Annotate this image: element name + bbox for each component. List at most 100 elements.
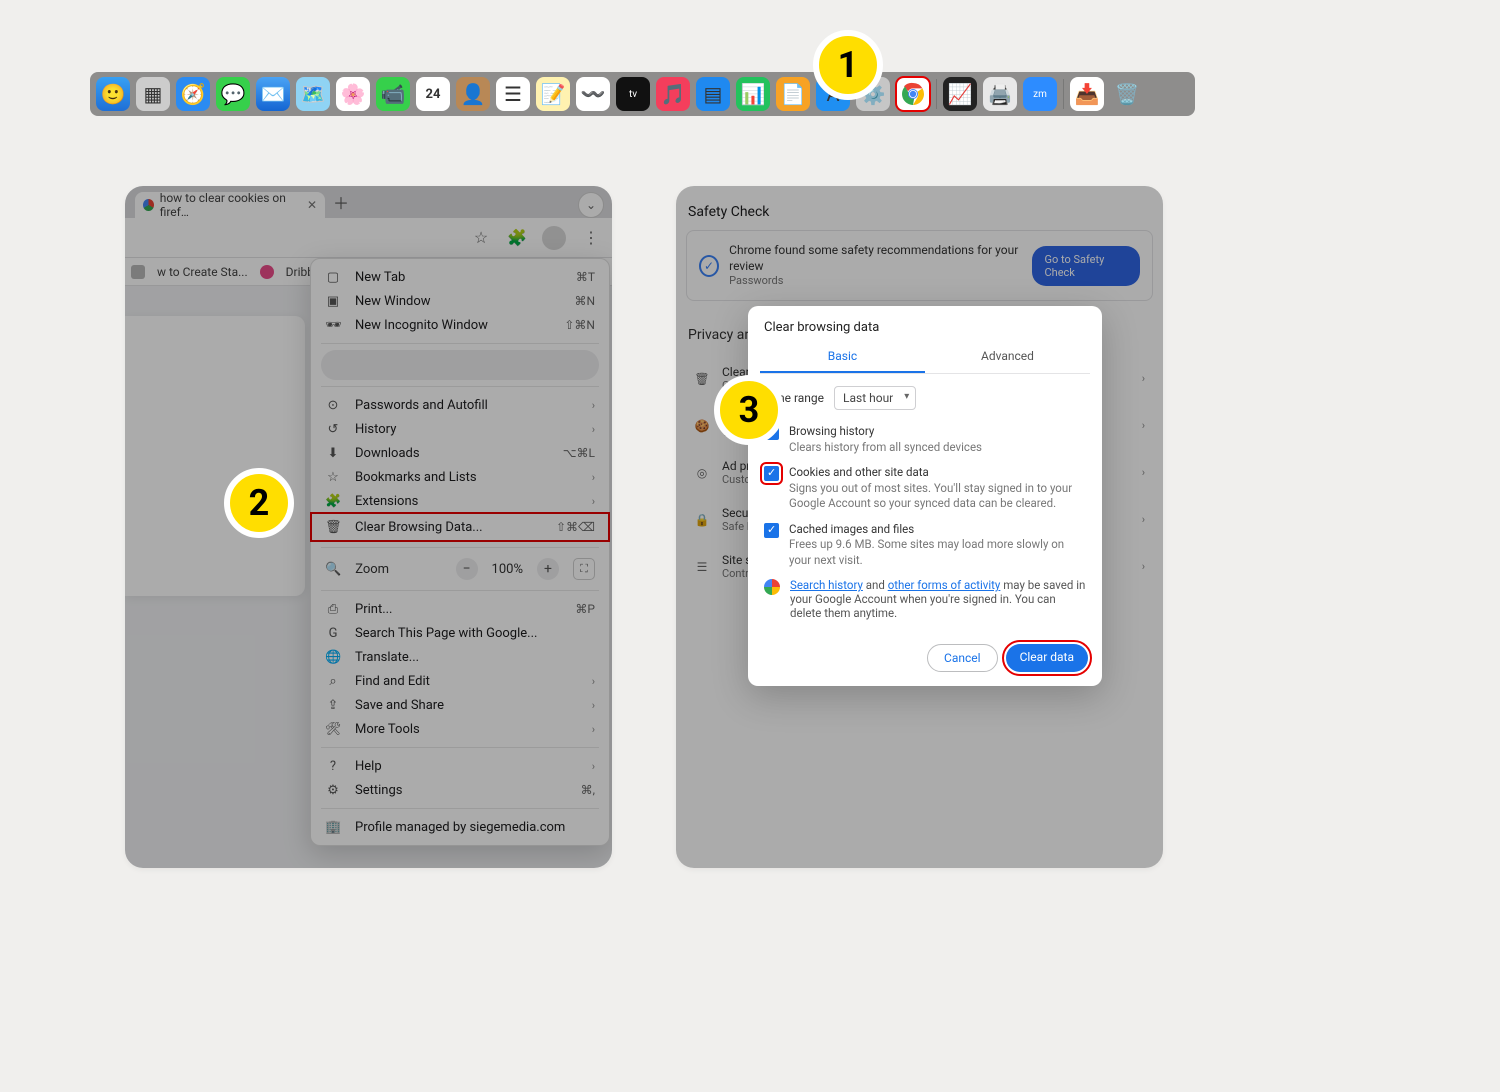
safety-check-card: ✓ Chrome found some safety recommendatio… bbox=[686, 230, 1153, 301]
tab-basic[interactable]: Basic bbox=[760, 341, 925, 373]
bookmark-star-icon[interactable]: ☆ bbox=[470, 228, 492, 247]
fullscreen-button[interactable]: ⛶ bbox=[573, 558, 595, 580]
google-logo-icon bbox=[764, 579, 780, 595]
menu-incognito[interactable]: 🕶New Incognito Window⇧⌘N bbox=[311, 313, 609, 337]
safari-icon[interactable]: 🧭 bbox=[176, 77, 210, 111]
menu-find[interactable]: ⌕Find and Edit› bbox=[311, 669, 609, 693]
link-search-history[interactable]: Search history bbox=[790, 578, 863, 592]
time-range-row: Time range Last hour bbox=[764, 386, 1086, 410]
menu-search-page[interactable]: GSearch This Page with Google... bbox=[311, 621, 609, 645]
tablist-dropdown-icon[interactable]: ⌄ bbox=[578, 192, 604, 218]
browser-tab[interactable]: how to clear cookies on firef… ✕ bbox=[135, 192, 325, 218]
mail-icon[interactable]: ✉️ bbox=[256, 77, 290, 111]
menu-profile-bar[interactable] bbox=[321, 350, 599, 380]
zoom-label: Zoom bbox=[355, 562, 389, 577]
menu-new-tab[interactable]: ▢New Tab⌘T bbox=[311, 265, 609, 289]
dialog-title: Clear browsing data bbox=[748, 306, 1102, 341]
tv-icon[interactable]: tv bbox=[616, 77, 650, 111]
option-cookies[interactable]: Cookies and other site dataSigns you out… bbox=[764, 465, 1086, 512]
bookmark-item[interactable]: w to Create Sta... bbox=[157, 265, 248, 279]
new-tab-button[interactable]: ＋ bbox=[333, 190, 349, 214]
menu-history[interactable]: ↺History› bbox=[311, 417, 609, 441]
step-badge-2: 2 bbox=[224, 468, 294, 538]
chrome-icon[interactable] bbox=[896, 77, 930, 111]
dialog-tabs: Basic Advanced bbox=[760, 341, 1090, 374]
safety-message: Chrome found some safety recommendations… bbox=[729, 243, 1022, 274]
zoom-out-button[interactable]: − bbox=[456, 558, 478, 580]
launchpad-icon[interactable]: ▦ bbox=[136, 77, 170, 111]
tab-close-icon[interactable]: ✕ bbox=[307, 198, 317, 212]
link-other-activity[interactable]: other forms of activity bbox=[888, 578, 1001, 592]
cancel-button[interactable]: Cancel bbox=[927, 644, 998, 672]
zoom-icon: 🔍 bbox=[325, 562, 341, 577]
zoom-value: 100% bbox=[492, 562, 523, 577]
go-safety-check-button[interactable]: Go to Safety Check bbox=[1032, 246, 1140, 286]
downloads-stack-icon[interactable]: 📥 bbox=[1070, 77, 1104, 111]
time-range-select[interactable]: Last hour bbox=[834, 386, 916, 410]
clear-browsing-data-dialog: Clear browsing data Basic Advanced Time … bbox=[748, 306, 1102, 686]
google-info-text: Search history and other forms of activi… bbox=[764, 578, 1086, 620]
option-browsing-history[interactable]: Browsing historyClears history from all … bbox=[764, 424, 1086, 455]
app-icon-2[interactable]: 🖨️ bbox=[983, 77, 1017, 111]
menu-more-tools[interactable]: 🛠More Tools› bbox=[311, 717, 609, 741]
profile-avatar[interactable] bbox=[542, 226, 566, 250]
menu-save-share[interactable]: ⇪Save and Share› bbox=[311, 693, 609, 717]
menu-passwords[interactable]: ⊙Passwords and Autofill› bbox=[311, 393, 609, 417]
zoom-icon[interactable]: zm bbox=[1023, 77, 1057, 111]
trash-icon: 🗑 bbox=[694, 372, 710, 386]
menu-zoom-row: 🔍 Zoom − 100% + ⛶ bbox=[311, 554, 609, 584]
clear-data-button[interactable]: Clear data bbox=[1006, 644, 1088, 672]
menu-clear-browsing-data[interactable]: 🗑Clear Browsing Data...⇧⌘⌫ bbox=[311, 513, 609, 541]
menu-settings[interactable]: ⚙Settings⌘, bbox=[311, 778, 609, 802]
ad-icon: ◎ bbox=[694, 466, 710, 480]
facetime-icon[interactable]: 📹 bbox=[376, 77, 410, 111]
lock-icon: 🔒 bbox=[694, 513, 710, 527]
photos-icon[interactable]: 🌸 bbox=[336, 77, 370, 111]
zoom-in-button[interactable]: + bbox=[537, 558, 559, 580]
menu-help[interactable]: ?Help› bbox=[311, 754, 609, 778]
bookmark-favicon-icon bbox=[131, 265, 145, 279]
macos-dock: 🙂 ▦ 🧭 💬 ✉️ 🗺️ 🌸 📹 24 👤 ☰ 📝 〰️ tv 🎵 ▤ 📊 📄… bbox=[90, 72, 1195, 116]
google-favicon-icon bbox=[143, 199, 154, 211]
notes-icon[interactable]: 📝 bbox=[536, 77, 570, 111]
pages-icon[interactable]: 📄 bbox=[776, 77, 810, 111]
checkbox-checked-icon[interactable] bbox=[764, 523, 779, 538]
dribbble-favicon-icon bbox=[260, 265, 274, 279]
chevron-right-icon: › bbox=[1142, 372, 1145, 385]
music-icon[interactable]: 🎵 bbox=[656, 77, 690, 111]
sliders-icon: ☰ bbox=[694, 560, 710, 574]
trash-icon[interactable]: 🗑️ bbox=[1110, 77, 1144, 111]
menu-extensions[interactable]: 🧩Extensions› bbox=[311, 489, 609, 513]
keynote-icon[interactable]: ▤ bbox=[696, 77, 730, 111]
finder-icon[interactable]: 🙂 bbox=[96, 77, 130, 111]
messages-icon[interactable]: 💬 bbox=[216, 77, 250, 111]
menu-bookmarks[interactable]: ☆Bookmarks and Lists› bbox=[311, 465, 609, 489]
chrome-toolbar: ☆ 🧩 ⋮ bbox=[125, 218, 612, 258]
numbers-icon[interactable]: 📊 bbox=[736, 77, 770, 111]
maps-icon[interactable]: 🗺️ bbox=[296, 77, 330, 111]
reminders-icon[interactable]: ☰ bbox=[496, 77, 530, 111]
option-cache[interactable]: Cached images and filesFrees up 9.6 MB. … bbox=[764, 522, 1086, 569]
shield-icon: ✓ bbox=[699, 255, 719, 277]
calendar-icon[interactable]: 24 bbox=[416, 77, 450, 111]
menu-print[interactable]: ⎙Print...⌘P bbox=[311, 597, 609, 621]
chrome-settings-panel: Safety Check ✓ Chrome found some safety … bbox=[676, 186, 1163, 868]
chrome-tabbar: how to clear cookies on firef… ✕ ＋ ⌄ bbox=[125, 186, 612, 218]
app-icon-1[interactable]: 📈 bbox=[943, 77, 977, 111]
contacts-icon[interactable]: 👤 bbox=[456, 77, 490, 111]
chrome-main-menu: ▢New Tab⌘T ▣New Window⌘N 🕶New Incognito … bbox=[310, 258, 610, 846]
kebab-menu-icon[interactable]: ⋮ bbox=[580, 228, 602, 247]
menu-new-window[interactable]: ▣New Window⌘N bbox=[311, 289, 609, 313]
menu-translate[interactable]: 🌐Translate... bbox=[311, 645, 609, 669]
chrome-window-panel: how to clear cookies on firef… ✕ ＋ ⌄ ☆ 🧩… bbox=[125, 186, 612, 868]
checkbox-checked-icon[interactable] bbox=[764, 466, 779, 481]
safety-check-heading: Safety Check bbox=[676, 186, 1163, 230]
extensions-puzzle-icon[interactable]: 🧩 bbox=[506, 228, 528, 247]
menu-profile-managed: 🏢Profile managed by siegemedia.com bbox=[311, 815, 609, 839]
trash-icon: 🗑 bbox=[325, 520, 341, 535]
freeform-icon[interactable]: 〰️ bbox=[576, 77, 610, 111]
safety-sublabel: Passwords bbox=[729, 274, 1022, 288]
menu-downloads[interactable]: ⬇Downloads⌥⌘L bbox=[311, 441, 609, 465]
tab-advanced[interactable]: Advanced bbox=[925, 341, 1090, 373]
cookie-icon: 🍪 bbox=[694, 419, 710, 433]
